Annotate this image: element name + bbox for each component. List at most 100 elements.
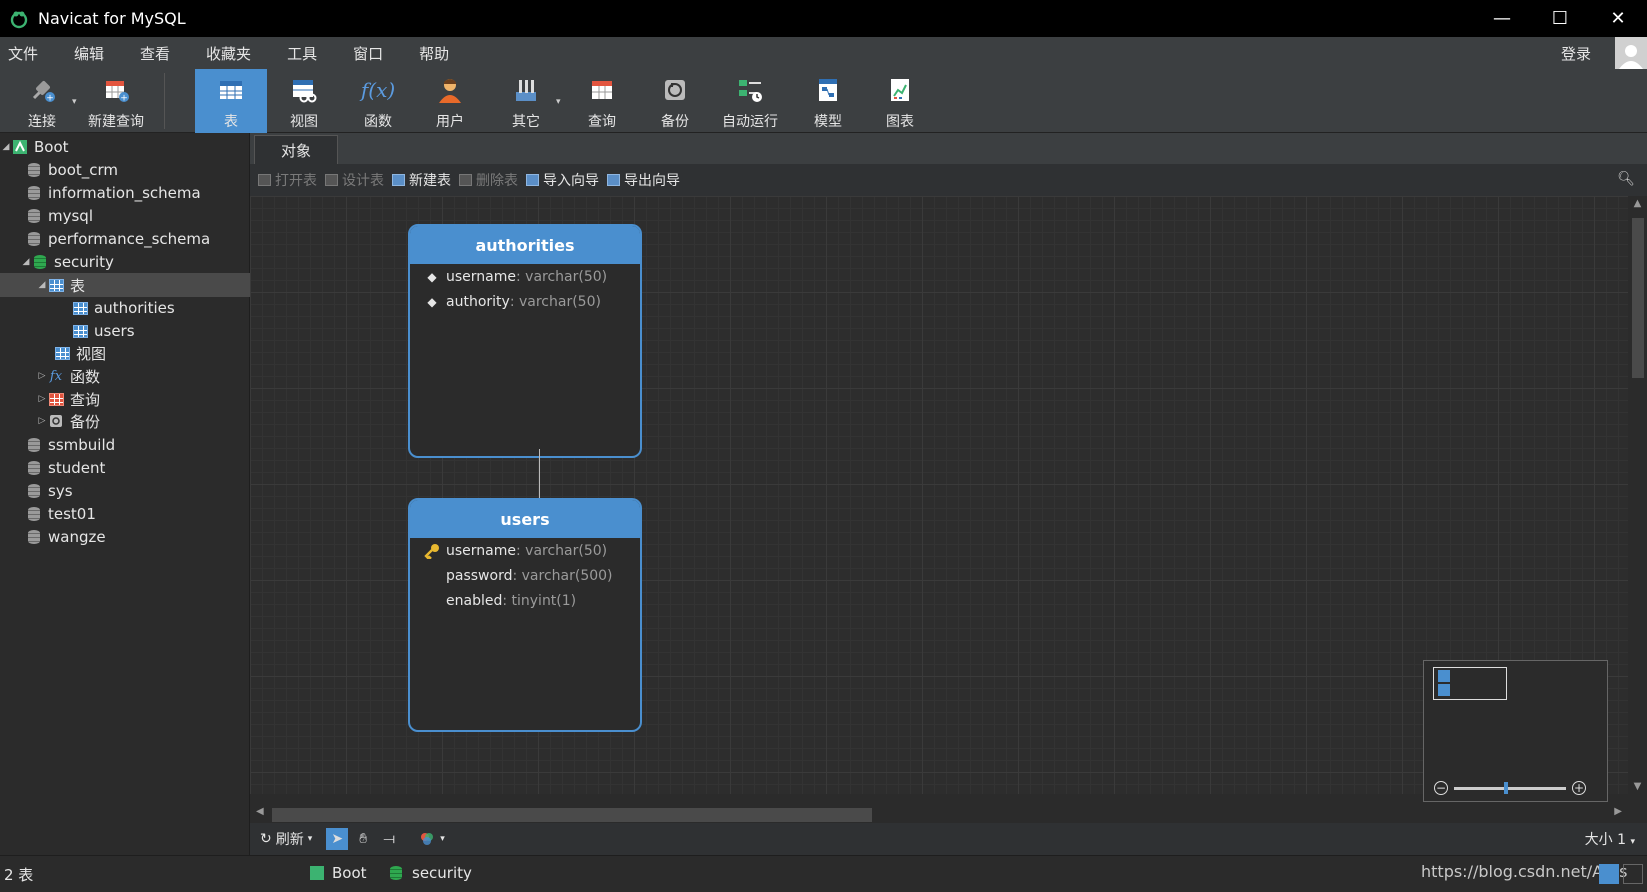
collapse-arrow-icon[interactable]: ◢ [0,142,12,152]
charts-button[interactable]: 图表 [868,69,932,133]
entity-authorities[interactable]: authorities ◆ username: varchar(50) ◆ au… [408,224,642,458]
entity-title: users [410,500,640,538]
scroll-up-icon[interactable]: ▲ [1628,198,1647,209]
tree-views-folder[interactable]: 视图 [0,341,250,365]
refresh-dropdown-icon[interactable]: ▾ [308,834,313,844]
new-query-button[interactable]: + 新建查询 [84,69,148,133]
other-button[interactable]: 其它 [494,69,558,133]
tree-label: sys [48,482,73,500]
tree-db-information-schema[interactable]: information_schema [0,181,250,205]
search-icon[interactable]: 🔍︎ [1617,171,1635,187]
connector-tool-icon[interactable]: ⟞ [378,828,400,850]
entity-users[interactable]: users username: varchar(50) password: va… [408,498,642,732]
menu-tools[interactable]: 工具 [279,43,331,64]
expand-arrow-icon[interactable]: ▷ [36,394,48,404]
close-button[interactable]: ✕ [1589,0,1647,37]
er-view-icon[interactable] [1599,864,1619,884]
maximize-button[interactable]: ☐ [1531,0,1589,37]
zoom-size-dropdown[interactable]: 大小 1 ▾ [1585,829,1635,849]
er-diagram-canvas[interactable]: authorities ◆ username: varchar(50) ◆ au… [250,196,1628,794]
entity-field[interactable]: ◆ username: varchar(50) [410,264,640,289]
navicat-logo-icon [8,8,30,30]
collapse-arrow-icon[interactable]: ◢ [20,257,32,267]
tree-functions-folder[interactable]: ▷ fx 函数 [0,364,250,388]
design-table-icon [325,174,338,186]
zoom-slider[interactable]: − + [1434,781,1599,795]
design-table-button[interactable]: 设计表 [325,170,384,190]
tree-tables-folder[interactable]: ◢ 表 [0,273,250,297]
menu-file[interactable]: 文件 [0,43,52,64]
menu-help[interactable]: 帮助 [411,43,463,64]
login-link[interactable]: 登录 [1561,43,1591,64]
tree-db-boot-crm[interactable]: boot_crm [0,158,250,182]
function-icon: fx [49,368,63,384]
relationship-line[interactable] [539,449,540,499]
color-palette-icon[interactable] [416,828,438,850]
zoom-knob[interactable] [1504,781,1508,794]
field-marker [422,593,442,609]
functions-button[interactable]: f(x) 函数 [346,69,410,133]
scrollbar-thumb[interactable] [272,808,872,822]
detail-view-icon[interactable] [1623,864,1643,884]
import-wizard-button[interactable]: 导入向导 [526,170,599,190]
menu-view[interactable]: 查看 [132,43,184,64]
expand-arrow-icon[interactable]: ▷ [36,416,48,426]
tree-db-wangze[interactable]: wangze [0,525,250,549]
export-wizard-button[interactable]: 导出向导 [607,170,680,190]
scrollbar-thumb[interactable] [1632,218,1644,378]
queries-button[interactable]: 查询 [570,69,634,133]
database-icon [26,437,42,453]
users-button[interactable]: 用户 [418,69,482,133]
tab-objects[interactable]: 对象 [254,135,338,164]
entity-field[interactable]: ◆ authority: varchar(50) [410,289,640,314]
tree-db-mysql[interactable]: mysql [0,204,250,228]
refresh-button[interactable]: ↻ 刷新 ▾ [260,829,312,849]
tree-backups-folder[interactable]: ▷ 备份 [0,409,250,433]
tree-db-student[interactable]: student [0,456,250,480]
new-table-button[interactable]: 新建表 [392,170,451,190]
status-connection-label: Boot [332,864,367,882]
menu-edit[interactable]: 编辑 [66,43,118,64]
views-button[interactable]: 视图 [272,69,336,133]
scroll-left-icon[interactable]: ◀ [256,806,264,817]
vertical-scrollbar[interactable]: ▲ ▼ [1628,196,1647,794]
automation-button[interactable]: 自动运行 [708,69,792,133]
backup-button[interactable]: 备份 [643,69,707,133]
open-table-button[interactable]: 打开表 [258,170,317,190]
menu-window[interactable]: 窗口 [345,43,397,64]
scroll-down-icon[interactable]: ▼ [1628,781,1647,792]
pointer-tool-icon[interactable]: ➤ [326,828,349,850]
scroll-right-icon[interactable]: ▶ [1614,806,1622,817]
minimap[interactable]: − + [1423,660,1608,802]
tables-button[interactable]: 表 [195,69,267,133]
tree-table-users[interactable]: users [0,319,250,343]
tree-queries-folder[interactable]: ▷ 查询 [0,387,250,411]
hand-tool-icon[interactable]: ✋︎ [352,828,374,850]
new-query-icon: + [101,75,131,105]
zoom-out-icon[interactable]: − [1434,781,1448,795]
tree-db-ssmbuild[interactable]: ssmbuild [0,433,250,457]
delete-table-button[interactable]: 删除表 [459,170,518,190]
zoom-in-icon[interactable]: + [1572,781,1586,795]
expand-arrow-icon[interactable]: ▷ [36,371,48,381]
menu-favorites[interactable]: 收藏夹 [198,43,265,64]
entity-field[interactable]: password: varchar(500) [410,563,640,588]
tree-db-performance-schema[interactable]: performance_schema [0,227,250,251]
tree-connection-boot[interactable]: ◢ Boot [0,135,250,159]
tree-db-test01[interactable]: test01 [0,502,250,526]
table-icon [72,323,88,339]
other-dropdown-icon[interactable]: ▾ [556,97,561,107]
model-button[interactable]: 模型 [796,69,860,133]
entity-field[interactable]: enabled: tinyint(1) [410,588,640,613]
tree-db-security[interactable]: ◢ security [0,250,250,274]
tree-db-sys[interactable]: sys [0,479,250,503]
avatar-icon[interactable] [1615,37,1647,69]
connect-dropdown-icon[interactable]: ▾ [72,97,77,107]
color-dropdown-icon[interactable]: ▾ [440,834,445,844]
horizontal-scrollbar[interactable]: ◀ ▶ [250,804,1628,823]
collapse-arrow-icon[interactable]: ◢ [36,280,48,290]
tree-table-authorities[interactable]: authorities [0,296,250,320]
minimize-button[interactable]: — [1473,0,1531,37]
connect-button[interactable]: + 连接 [12,69,72,133]
entity-field[interactable]: username: varchar(50) [410,538,640,563]
